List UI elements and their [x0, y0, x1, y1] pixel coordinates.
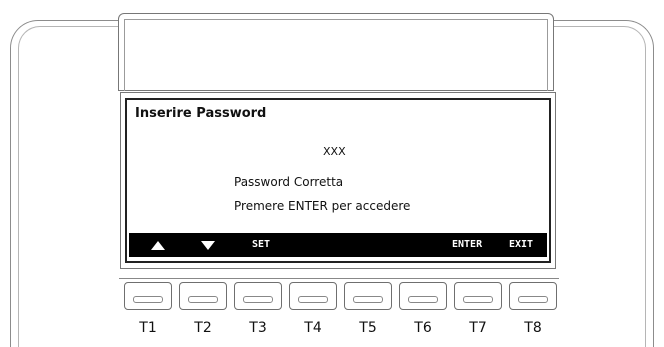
softkey-set[interactable]: SET [252, 233, 270, 257]
key-t5-button[interactable] [344, 282, 392, 310]
key-label-t6: T6 [414, 320, 432, 336]
key-t8-button[interactable] [509, 282, 557, 310]
key-t3-button[interactable] [234, 282, 282, 310]
softkey-exit[interactable]: EXIT [509, 233, 533, 257]
key-t6-button[interactable] [399, 282, 447, 310]
key-t4-button[interactable] [289, 282, 337, 310]
softkey-enter[interactable]: ENTER [452, 233, 482, 257]
status-message: Password Corretta [234, 175, 344, 189]
key-label-t5: T5 [359, 320, 377, 336]
controller-device: Inserire Password XXX Password Corretta … [0, 0, 664, 347]
key-t1-button[interactable] [124, 282, 172, 310]
key-t7-button[interactable] [454, 282, 502, 310]
arrow-down-icon[interactable] [201, 241, 215, 250]
password-mask: XXX [323, 145, 346, 158]
softkey-bar: SET ENTER EXIT [129, 233, 547, 257]
arrow-up-icon[interactable] [151, 241, 165, 250]
top-bezel-inner [124, 19, 548, 91]
key-label-t8: T8 [524, 320, 542, 336]
instruction-message: Premere ENTER per accedere [234, 199, 411, 213]
key-label-t3: T3 [249, 320, 267, 336]
key-t2-button[interactable] [179, 282, 227, 310]
key-label-t7: T7 [469, 320, 487, 336]
key-label-t2: T2 [194, 320, 212, 336]
screen-title: Inserire Password [135, 106, 267, 121]
key-label-t4: T4 [304, 320, 322, 336]
key-label-t1: T1 [139, 320, 157, 336]
